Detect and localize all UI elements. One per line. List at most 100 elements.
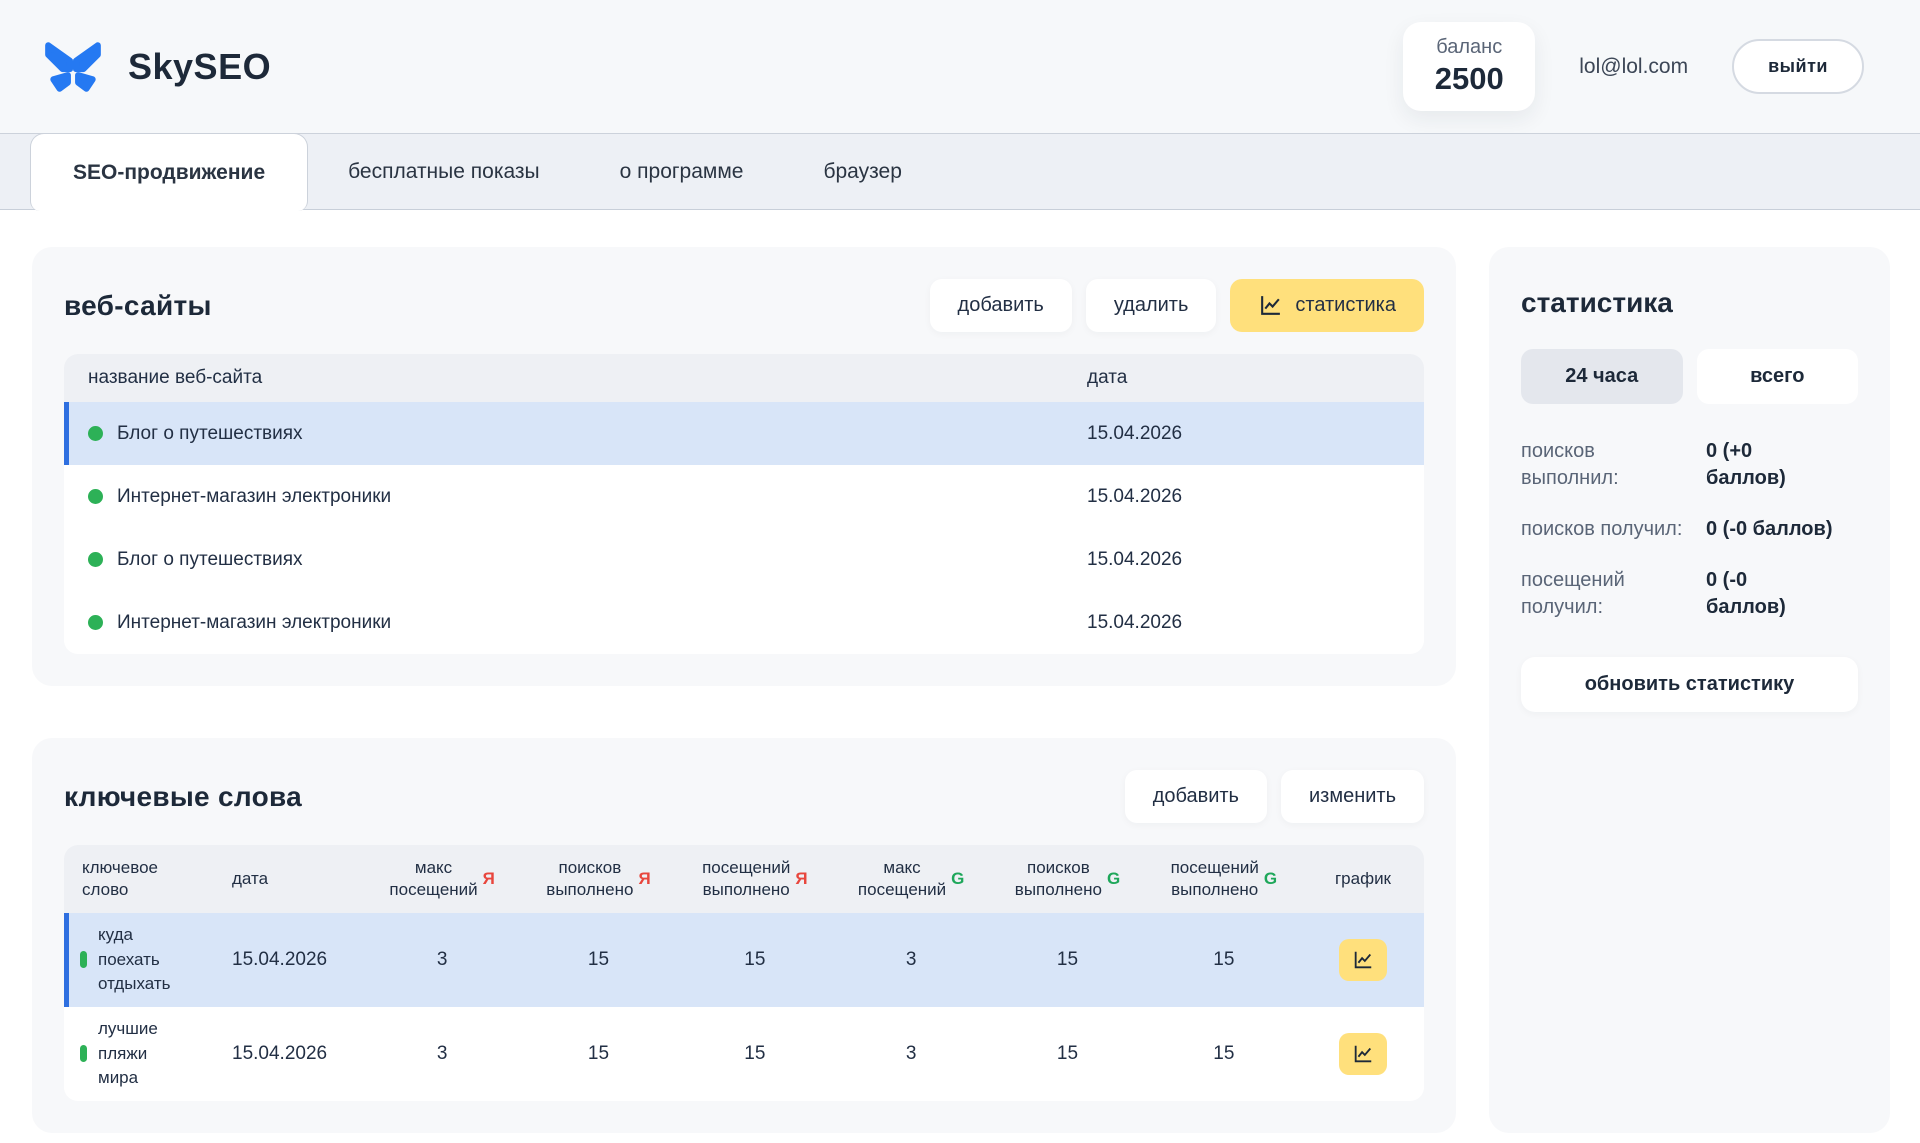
column-date: дата: [214, 868, 364, 890]
max-visits-yandex-value: 3: [364, 1043, 520, 1065]
yandex-icon: Я: [638, 868, 650, 890]
column-visits-done-google: посещений выполненоG: [1146, 857, 1302, 901]
balance-label: баланс: [1429, 36, 1509, 59]
keyword-text: куда поехать отдыхать: [98, 923, 170, 997]
max-visits-google-value: 3: [833, 949, 989, 971]
keywords-table-header: ключевое слово дата макс посещенийЯ поис…: [64, 845, 1424, 913]
delete-website-button[interactable]: удалить: [1086, 279, 1217, 332]
website-date: 15.04.2026: [1071, 549, 1424, 571]
websites-panel: веб-сайты добавить удалить статистика н: [32, 247, 1456, 686]
google-icon: G: [1264, 868, 1277, 890]
google-icon: G: [951, 868, 964, 890]
max-visits-yandex-value: 3: [364, 949, 520, 971]
tab-seo-promotion[interactable]: SEO-продвижение: [30, 133, 308, 211]
website-date: 15.04.2026: [1071, 612, 1424, 634]
chart-line-icon: [1258, 293, 1283, 318]
stat-row-searches-done: поисков выполнил: 0 (+0 баллов): [1521, 438, 1858, 492]
app-header: SkySEO баланс 2500 lol@lol.com выйти: [0, 0, 1920, 133]
chart-line-icon: [1352, 949, 1374, 971]
stats-title: статистика: [1521, 287, 1858, 319]
website-row[interactable]: Интернет-магазин электроники 15.04.2026: [64, 465, 1424, 528]
website-name: Интернет-магазин электроники: [117, 486, 391, 508]
column-keyword: ключевое слово: [64, 857, 214, 901]
column-max-visits-yandex: макс посещенийЯ: [364, 857, 520, 901]
column-date: дата: [1071, 367, 1424, 389]
searches-done-google-value: 15: [989, 1043, 1145, 1065]
website-row[interactable]: Интернет-магазин электроники 15.04.2026: [64, 591, 1424, 654]
searches-done-yandex-value: 15: [520, 949, 676, 971]
keywords-title: ключевые слова: [64, 781, 302, 813]
tab-free-views[interactable]: бесплатные показы: [308, 134, 580, 209]
range-total-button[interactable]: всего: [1697, 349, 1859, 404]
stat-value: 0 (-0 баллов): [1706, 567, 1858, 621]
website-date: 15.04.2026: [1071, 423, 1424, 445]
visits-done-yandex-value: 15: [677, 949, 833, 971]
searches-done-google-value: 15: [989, 949, 1145, 971]
column-searches-done-google: поисков выполненоG: [989, 857, 1145, 901]
keyword-text: лучшие пляжи мира: [98, 1017, 158, 1091]
websites-table-header: название веб-сайта дата: [64, 354, 1424, 402]
keyword-row[interactable]: лучшие пляжи мира 15.04.2026 3 15 15 3 1…: [64, 1007, 1424, 1101]
brand: SkySEO: [40, 37, 271, 97]
keywords-panel: ключевые слова добавить изменить ключево…: [32, 738, 1456, 1133]
website-name: Интернет-магазин электроники: [117, 612, 391, 634]
website-stats-button[interactable]: статистика: [1230, 279, 1424, 332]
website-row[interactable]: Блог о путешествиях 15.04.2026: [64, 528, 1424, 591]
tab-about[interactable]: о программе: [580, 134, 784, 209]
websites-title: веб-сайты: [64, 290, 212, 322]
column-searches-done-yandex: поисков выполненоЯ: [520, 857, 676, 901]
stat-row-visits-received: посещений получил: 0 (-0 баллов): [1521, 567, 1858, 621]
add-keyword-button[interactable]: добавить: [1125, 770, 1267, 823]
stat-label: посещений получил:: [1521, 567, 1706, 621]
app-title: SkySEO: [128, 46, 271, 88]
website-name: Блог о путешествиях: [117, 549, 303, 571]
keyword-date: 15.04.2026: [214, 1043, 364, 1065]
balance-card: баланс 2500: [1403, 22, 1535, 111]
keyword-graph-button[interactable]: [1339, 1033, 1387, 1075]
google-icon: G: [1107, 868, 1120, 890]
add-website-button[interactable]: добавить: [930, 279, 1072, 332]
status-dot-icon: [88, 615, 103, 630]
visits-done-google-value: 15: [1146, 1043, 1302, 1065]
status-dot-icon: [88, 552, 103, 567]
visits-done-google-value: 15: [1146, 949, 1302, 971]
column-visits-done-yandex: посещений выполненоЯ: [677, 857, 833, 901]
yandex-icon: Я: [795, 868, 807, 890]
websites-table: название веб-сайта дата Блог о путешеств…: [64, 354, 1424, 654]
status-dot-icon: [88, 489, 103, 504]
website-date: 15.04.2026: [1071, 486, 1424, 508]
edit-keyword-button[interactable]: изменить: [1281, 770, 1424, 823]
keywords-table: ключевое слово дата макс посещенийЯ поис…: [64, 845, 1424, 1101]
keyword-date: 15.04.2026: [214, 949, 364, 971]
range-24h-button[interactable]: 24 часа: [1521, 349, 1683, 404]
status-dot-icon: [88, 426, 103, 441]
searches-done-yandex-value: 15: [520, 1043, 676, 1065]
chart-line-icon: [1352, 1043, 1374, 1065]
stats-panel: статистика 24 часа всего поисков выполни…: [1489, 247, 1890, 1133]
stats-range-toggle: 24 часа всего: [1521, 349, 1858, 404]
user-email: lol@lol.com: [1579, 55, 1688, 79]
yandex-icon: Я: [483, 868, 495, 890]
tab-browser[interactable]: браузер: [783, 134, 941, 209]
stat-label: поисков получил:: [1521, 516, 1706, 543]
max-visits-google-value: 3: [833, 1043, 989, 1065]
refresh-stats-button[interactable]: обновить статистику: [1521, 657, 1858, 712]
column-website-name: название веб-сайта: [64, 367, 1071, 389]
column-max-visits-google: макс посещенийG: [833, 857, 989, 901]
logout-button[interactable]: выйти: [1732, 39, 1864, 94]
stat-value: 0 (-0 баллов): [1706, 516, 1858, 543]
logo-butterfly-icon: [40, 37, 106, 97]
column-graph: график: [1302, 868, 1424, 890]
website-name: Блог о путешествиях: [117, 423, 303, 445]
keyword-row[interactable]: куда поехать отдыхать 15.04.2026 3 15 15…: [64, 913, 1424, 1007]
stat-row-searches-received: поисков получил: 0 (-0 баллов): [1521, 516, 1858, 543]
balance-value: 2500: [1429, 61, 1509, 97]
tab-bar: SEO-продвижение бесплатные показы о прог…: [0, 133, 1920, 210]
keyword-status-icon: [80, 1045, 87, 1062]
website-row[interactable]: Блог о путешествиях 15.04.2026: [64, 402, 1424, 465]
keyword-status-icon: [80, 951, 87, 968]
keyword-graph-button[interactable]: [1339, 939, 1387, 981]
visits-done-yandex-value: 15: [677, 1043, 833, 1065]
stat-value: 0 (+0 баллов): [1706, 438, 1858, 492]
stat-label: поисков выполнил:: [1521, 438, 1706, 492]
